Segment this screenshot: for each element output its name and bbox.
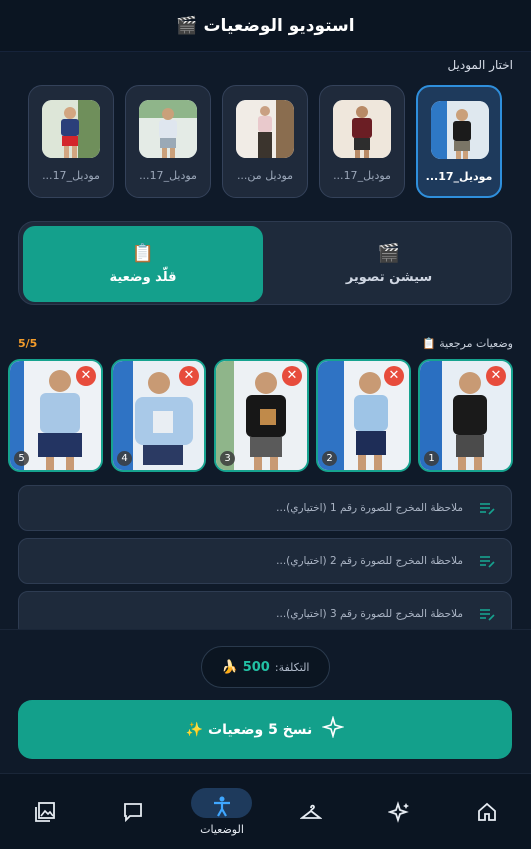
sparkles-icon (387, 801, 410, 823)
model-card-3[interactable]: موديل من... (222, 85, 308, 198)
reference-pose-card[interactable]: ✕ 4 (111, 359, 206, 472)
remove-reference-button[interactable]: ✕ (76, 366, 96, 386)
model-photo (139, 100, 197, 158)
reference-poses-title: وضعيات مرجعية 📋 (422, 337, 513, 350)
model-card-1[interactable]: موديل_17... (416, 85, 502, 198)
remove-reference-button[interactable]: ✕ (282, 366, 302, 386)
reference-pose-card[interactable]: ✕ 3 (214, 359, 309, 472)
cost-label: التكلفة: (274, 660, 310, 674)
edit-notes-icon (479, 501, 495, 515)
cost-badge: التكلفة: 500 🍌 (201, 646, 330, 688)
edit-notes-icon (479, 607, 495, 621)
gallery-icon (34, 801, 56, 823)
reference-pose-card[interactable]: ✕ 2 (316, 359, 411, 472)
copy-poses-label: نسخ 5 وضعيات ✨ (185, 721, 313, 738)
copy-poses-button[interactable]: نسخ 5 وضعيات ✨ (18, 700, 512, 759)
model-photo (333, 100, 391, 158)
model-photo (236, 100, 294, 158)
bottom-tab-bar: الوضعيات (0, 773, 531, 849)
model-photo (42, 100, 100, 158)
reference-poses-row[interactable]: ✕ 1 ✕ 2 ✕ 3 ✕ 4 ✕ 5 (0, 358, 531, 473)
model-card-4[interactable]: موديل_17... (125, 85, 211, 198)
clipboard-icon: 📋 (131, 243, 155, 264)
tab-gallery[interactable] (0, 774, 98, 849)
hanger-icon (299, 801, 323, 823)
director-note-field-2[interactable]: ملاحظة المخرج للصورة رقم 2 (اختياري)... (18, 538, 512, 584)
reference-pose-card[interactable]: ✕ 1 (418, 359, 513, 472)
action-panel: التكلفة: 500 🍌 نسخ 5 وضعيات ✨ (0, 629, 531, 773)
home-icon (476, 801, 498, 823)
remove-reference-button[interactable]: ✕ (179, 366, 199, 386)
model-name: موديل_17... (425, 170, 493, 183)
model-picker: موديل_17... موديل_17... موديل من... مودي… (28, 85, 502, 199)
copy-pose-mode-button[interactable]: 📋 قلّد وضعية (23, 226, 263, 302)
model-name: موديل من... (236, 169, 294, 182)
director-note-placeholder: ملاحظة المخرج للصورة رقم 1 (اختياري)... (276, 502, 463, 514)
page-title: استوديو الوضعيات 🎬 (176, 15, 355, 36)
pose-icon (211, 795, 233, 817)
app-header: استوديو الوضعيات 🎬 (0, 0, 531, 52)
reference-number: 5 (14, 451, 29, 466)
model-card-5[interactable]: موديل_17... (28, 85, 114, 198)
model-photo (431, 101, 489, 159)
model-name: موديل_17... (333, 169, 391, 182)
mode-toggle: 🎬 سيشن تصوير 📋 قلّد وضعية (18, 221, 512, 305)
session-mode-label: سيشن تصوير (345, 270, 433, 285)
copy-pose-mode-label: قلّد وضعية (109, 270, 177, 285)
remove-reference-button[interactable]: ✕ (384, 366, 404, 386)
chat-icon (122, 801, 144, 823)
director-note-placeholder: ملاحظة المخرج للصورة رقم 3 (اختياري)... (276, 608, 463, 620)
reference-pose-card[interactable]: ✕ 5 (8, 359, 103, 472)
reference-number: 1 (424, 451, 439, 466)
director-note-field-1[interactable]: ملاحظة المخرج للصورة رقم 1 (اختياري)... (18, 485, 512, 531)
choose-model-label: اختار الموديل (447, 58, 513, 72)
edit-notes-icon (479, 554, 495, 568)
model-card-2[interactable]: موديل_17... (319, 85, 405, 198)
model-name: موديل_17... (139, 169, 197, 182)
cost-value: 500 (242, 659, 270, 675)
reference-number: 4 (117, 451, 132, 466)
session-mode-button[interactable]: 🎬 سيشن تصوير (269, 226, 509, 302)
clapperboard-icon: 🎬 (377, 243, 401, 264)
sparkles-icon (321, 715, 346, 743)
reference-number: 3 (220, 451, 235, 466)
banana-icon: 🍌 (221, 659, 238, 675)
director-note-placeholder: ملاحظة المخرج للصورة رقم 2 (اختياري)... (276, 555, 463, 567)
remove-reference-button[interactable]: ✕ (486, 366, 506, 386)
model-name: موديل_17... (42, 169, 100, 182)
reference-count-badge: 5/5 (18, 337, 38, 350)
reference-number: 2 (322, 451, 337, 466)
